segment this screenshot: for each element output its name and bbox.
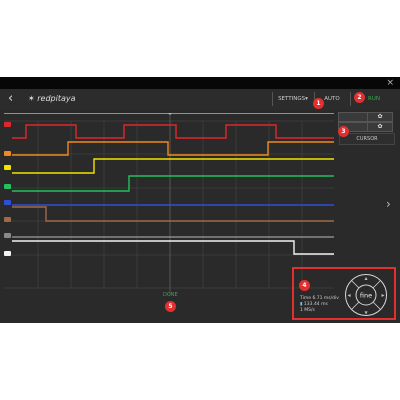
settings-label: SETTINGS	[278, 96, 306, 102]
channel-marker-8[interactable]	[4, 251, 11, 256]
trigger-value: 133.44 ms	[303, 302, 328, 307]
channel-marker-5[interactable]	[4, 200, 11, 205]
dial-center-label: fine	[360, 292, 372, 300]
settings-toggle-button[interactable]: ✿	[367, 122, 393, 132]
status-label: DONE	[163, 292, 178, 298]
top-toolbar: ‹ ✶ redpitaya SETTINGS▾ AUTO RUN	[0, 89, 400, 110]
sample-rate: 1 MS/s	[300, 308, 315, 313]
navigation-dial[interactable]: fine ▲ ▶ ▼ ◀	[344, 273, 388, 317]
close-icon[interactable]: ×	[386, 77, 394, 89]
channel-marker-2[interactable]	[4, 151, 11, 156]
channel-marker-1[interactable]	[4, 122, 11, 127]
badge-4: 4	[299, 280, 310, 291]
channel-marker-3[interactable]	[4, 165, 11, 170]
panel-toggle-button[interactable]	[338, 112, 368, 122]
chevron-right-icon[interactable]: ›	[386, 197, 391, 211]
logo-icon: ✶	[28, 94, 35, 103]
channel-marker-4[interactable]	[4, 184, 11, 189]
window-titlebar	[0, 77, 400, 89]
back-icon[interactable]: ‹	[8, 91, 13, 106]
plot-background	[4, 113, 334, 316]
badge-3: 3	[338, 126, 349, 137]
logic-analyzer-plot[interactable]	[4, 113, 334, 316]
time-info: Time 6.71 ms/div ▮ 133.44 ms 1 MS/s	[300, 296, 339, 314]
settings-button[interactable]: SETTINGS▾	[272, 92, 313, 106]
badge-2: 2	[354, 92, 365, 103]
badge-5: 5	[165, 301, 176, 312]
chevron-down-icon: ▾	[305, 96, 308, 102]
run-label: RUN	[368, 96, 380, 102]
channel-marker-7[interactable]	[4, 233, 11, 238]
channel-marker-6[interactable]	[4, 217, 11, 222]
settings-toggle-button[interactable]: ✿	[367, 112, 393, 122]
auto-label: AUTO	[324, 96, 340, 102]
app-logo: ✶ redpitaya	[28, 94, 76, 103]
trigger-icon: ▮	[300, 302, 303, 307]
badge-1: 1	[313, 98, 324, 109]
gear-icon: ✿	[377, 123, 383, 130]
logo-text: redpitaya	[37, 94, 76, 103]
gear-icon: ✿	[377, 113, 383, 120]
